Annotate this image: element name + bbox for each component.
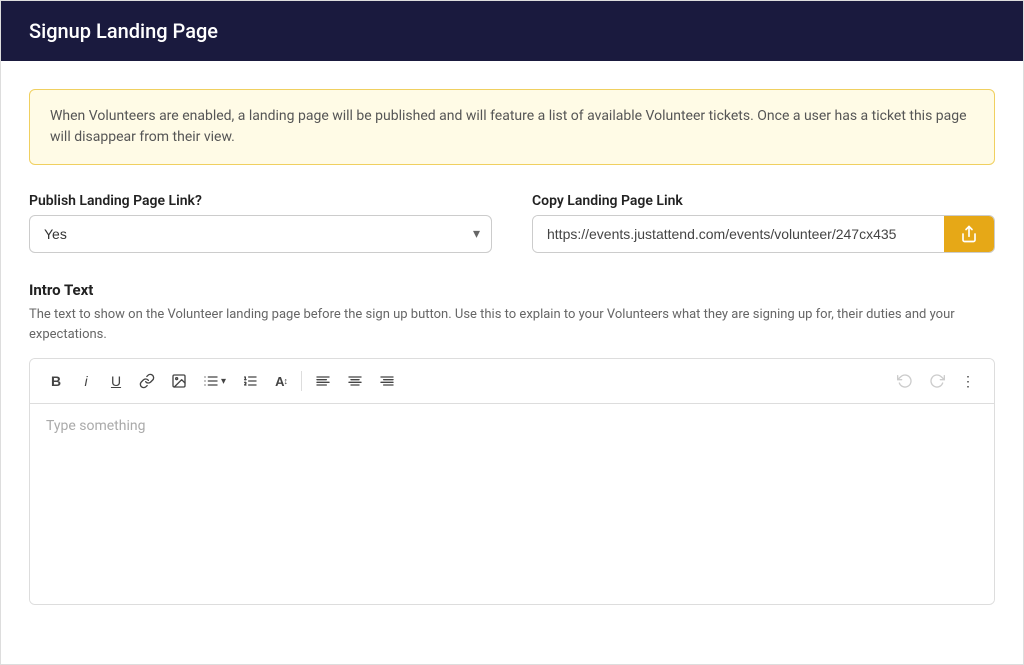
toolbar-italic-button[interactable]: i <box>72 367 100 395</box>
copy-link-button[interactable] <box>944 216 994 252</box>
link-icon <box>139 373 155 389</box>
page-title: Signup Landing Page <box>29 19 218 43</box>
toolbar-redo-button[interactable] <box>922 367 952 395</box>
intro-text-description: The text to show on the Volunteer landin… <box>29 305 995 344</box>
page-header: Signup Landing Page <box>1 1 1023 61</box>
image-icon <box>171 373 187 389</box>
info-alert: When Volunteers are enabled, a landing p… <box>29 89 995 165</box>
align-right-icon <box>379 373 395 389</box>
copy-link-input[interactable] <box>533 216 944 252</box>
ordered-list-icon <box>242 373 258 389</box>
toolbar-align-right-button[interactable] <box>372 367 402 395</box>
toolbar-align-center-button[interactable] <box>340 367 370 395</box>
editor-placeholder: Type something <box>46 418 145 434</box>
form-row: Publish Landing Page Link? YesNo Copy La… <box>29 193 995 253</box>
publish-group: Publish Landing Page Link? YesNo <box>29 193 492 253</box>
publish-select[interactable]: YesNo <box>29 215 492 253</box>
toolbar-image-button[interactable] <box>164 367 194 395</box>
toolbar-separator-1 <box>301 371 302 391</box>
intro-text-title: Intro Text <box>29 281 995 299</box>
undo-icon <box>897 373 913 389</box>
toolbar-link-button[interactable] <box>132 367 162 395</box>
publish-select-wrapper: YesNo <box>29 215 492 253</box>
toolbar-right: ⋮ <box>890 367 982 395</box>
bullet-list-chevron: ▾ <box>221 376 226 387</box>
copy-link-group: Copy Landing Page Link <box>532 193 995 253</box>
toolbar-more-button[interactable]: ⋮ <box>954 367 982 395</box>
copy-link-row <box>532 215 995 253</box>
publish-label: Publish Landing Page Link? <box>29 193 492 209</box>
editor-body[interactable]: Type something <box>30 404 994 604</box>
page-content: When Volunteers are enabled, a landing p… <box>1 61 1023 633</box>
alert-message: When Volunteers are enabled, a landing p… <box>50 108 967 145</box>
toolbar-bullet-list-button[interactable]: ▾ <box>196 367 233 395</box>
toolbar-bold-button[interactable]: B <box>42 367 70 395</box>
toolbar-undo-button[interactable] <box>890 367 920 395</box>
align-left-icon <box>315 373 331 389</box>
toolbar-ordered-list-button[interactable] <box>235 367 265 395</box>
toolbar-underline-button[interactable]: U <box>102 367 130 395</box>
intro-text-section: Intro Text The text to show on the Volun… <box>29 281 995 605</box>
align-center-icon <box>347 373 363 389</box>
editor-toolbar: B i U <box>30 359 994 404</box>
copy-link-label: Copy Landing Page Link <box>532 193 995 209</box>
bullet-list-icon <box>203 373 219 389</box>
redo-icon <box>929 373 945 389</box>
toolbar-font-size-button[interactable]: A↕ <box>267 367 295 395</box>
rich-text-editor: B i U <box>29 358 995 605</box>
copy-icon <box>960 225 978 243</box>
toolbar-align-left-button[interactable] <box>308 367 338 395</box>
